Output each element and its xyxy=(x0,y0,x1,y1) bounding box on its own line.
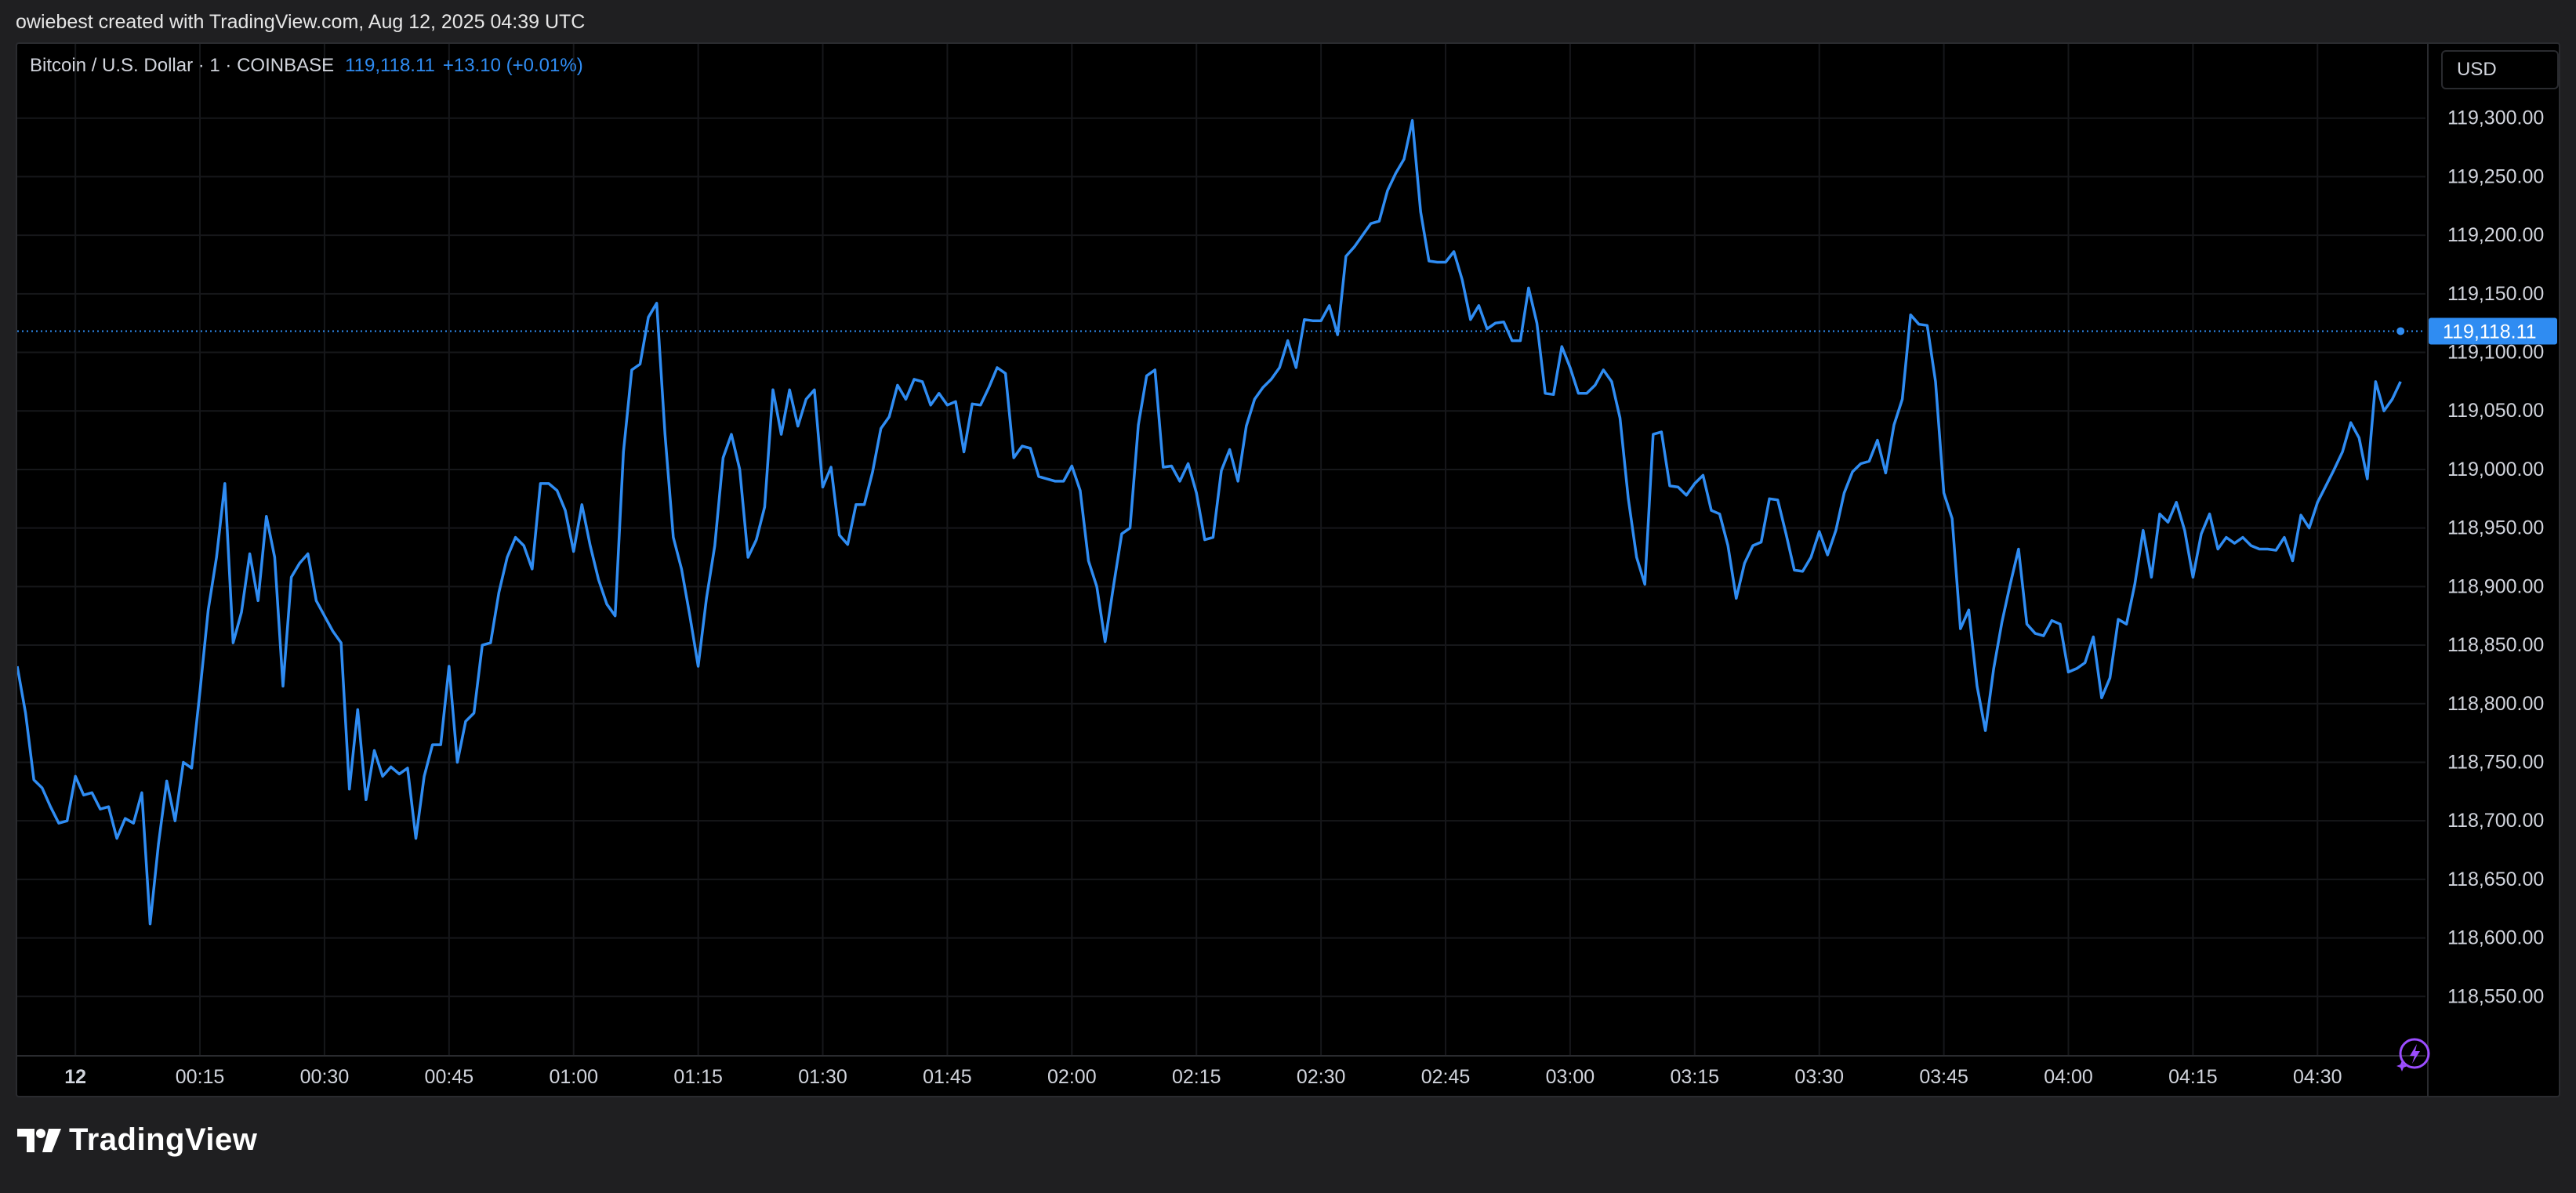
time-axis-tick-label: 01:15 xyxy=(673,1066,723,1088)
current-price-badge-label: 119,118.11 xyxy=(2443,321,2537,343)
price-axis-tick-label: 118,950.00 xyxy=(2447,517,2544,539)
lightning-icon[interactable] xyxy=(2394,1036,2432,1074)
time-axis-tick-label: 00:45 xyxy=(425,1066,474,1088)
price-axis-tick-label: 119,250.00 xyxy=(2447,165,2544,187)
price-axis-tick-label: 119,300.00 xyxy=(2447,107,2544,129)
tradingview-logo-icon xyxy=(17,1128,61,1152)
series-line-btcusd xyxy=(17,118,2402,926)
time-axis-tick-label: 02:15 xyxy=(1172,1066,1221,1088)
price-axis-tick-label: 118,900.00 xyxy=(2447,575,2544,597)
symbol-header[interactable]: Bitcoin / U.S. Dollar · 1 · COINBASE 119,… xyxy=(30,55,583,77)
price-axis-tick-label: 119,000.00 xyxy=(2447,459,2544,480)
price-axis-tick-label: 119,200.00 xyxy=(2447,224,2544,246)
time-axis-tick-label: 03:30 xyxy=(1794,1066,1844,1088)
price-axis-tick-label: 118,600.00 xyxy=(2447,927,2544,949)
time-axis-tick-label: 03:15 xyxy=(1671,1066,1720,1088)
time-axis-tick-label: 03:00 xyxy=(1546,1066,1595,1088)
time-axis-tick-label: 12 xyxy=(64,1066,86,1088)
time-axis-tick-label: 02:30 xyxy=(1297,1066,1346,1088)
price-axis[interactable]: 119,300.00 119,250.00 119,200.00 119,150.00… xyxy=(2427,44,2559,1096)
time-axis-tick-label: 02:45 xyxy=(1421,1066,1471,1088)
tradingview-logo[interactable]: TradingView xyxy=(17,1122,257,1158)
logo-text: TradingView xyxy=(69,1122,258,1157)
price-axis-tick-label: 118,750.00 xyxy=(2447,751,2544,773)
price-line-chart xyxy=(17,44,2425,1055)
time-axis-tick-label: 03:45 xyxy=(1919,1066,1968,1088)
grid-lines xyxy=(17,44,2425,1055)
price-axis-tick-label: 118,650.00 xyxy=(2447,868,2544,890)
price-axis-tick-label: 118,850.00 xyxy=(2447,634,2544,656)
price-axis-tick-label: 119,100.00 xyxy=(2447,342,2544,364)
price-axis-tick-label: 119,050.00 xyxy=(2447,400,2544,422)
price-axis-tick-label: 118,550.00 xyxy=(2447,985,2544,1007)
time-axis-tick-label: 00:15 xyxy=(176,1066,225,1088)
symbol-last-price: 119,118.11 xyxy=(345,55,435,76)
price-axis-tick-label: 118,700.00 xyxy=(2447,810,2544,832)
price-axis-tick-label: 118,800.00 xyxy=(2447,693,2544,715)
time-axis[interactable]: 12 00:15 00:30 00:45 01:00 01:15 01:30 01:45 02:… xyxy=(17,1055,2425,1096)
time-axis-labels: 12 00:15 00:30 00:45 01:00 01:15 01:30 01:45 02:… xyxy=(64,1066,2342,1088)
time-axis-tick-label: 00:30 xyxy=(300,1066,350,1088)
price-axis-tick-label: 119,150.00 xyxy=(2447,283,2544,305)
time-axis-tick-label: 01:30 xyxy=(798,1066,847,1088)
time-axis-tick-label: 04:15 xyxy=(2168,1066,2218,1088)
chart-attribution: owiebest created with TradingView.com, A… xyxy=(16,11,586,33)
currency-button[interactable]: USD xyxy=(2441,50,2559,89)
symbol-change: +13.10 (+0.01%) xyxy=(442,55,583,76)
symbol-name: Bitcoin / U.S. Dollar · 1 · COINBASE xyxy=(30,55,335,76)
price-axis-labels: 119,300.00 119,250.00 119,200.00 119,150.00… xyxy=(2429,107,2557,1007)
time-axis-tick-label: 01:45 xyxy=(923,1066,972,1088)
time-axis-tick-label: 04:30 xyxy=(2293,1066,2342,1088)
time-axis-tick-label: 02:00 xyxy=(1047,1066,1097,1088)
last-price-dot xyxy=(2396,327,2405,335)
chart-frame: Bitcoin / U.S. Dollar · 1 · COINBASE 119,… xyxy=(16,42,2560,1097)
plot-area[interactable]: Bitcoin / U.S. Dollar · 1 · COINBASE 119,… xyxy=(17,44,2425,1055)
time-axis-tick-label: 01:00 xyxy=(549,1066,598,1088)
time-axis-tick-label: 04:00 xyxy=(2044,1066,2093,1088)
